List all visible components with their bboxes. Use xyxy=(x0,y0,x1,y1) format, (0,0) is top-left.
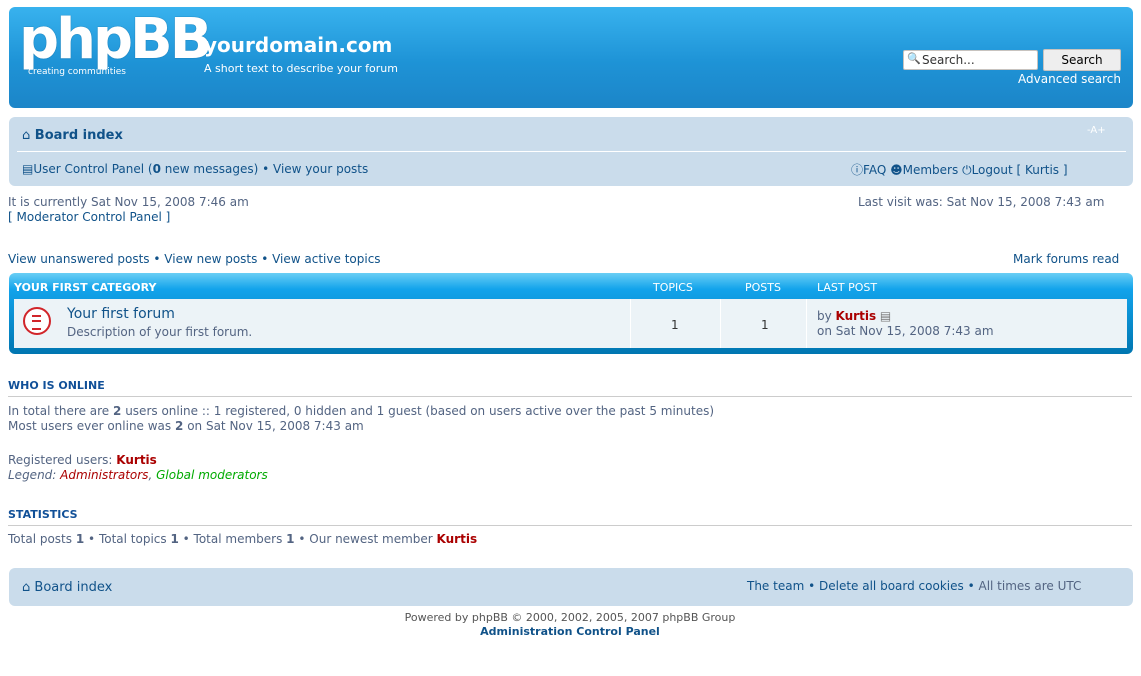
footer-board-index[interactable]: ⌂ Board index xyxy=(22,580,112,595)
forum-posts-count: 1 xyxy=(761,318,769,332)
statistics-heading: STATISTICS xyxy=(8,508,78,521)
forum-read-icon xyxy=(23,307,51,335)
last-visit: Last visit was: Sat Nov 15, 2008 7:43 am xyxy=(858,195,1105,209)
ucp-link[interactable]: User Control Panel xyxy=(33,162,144,176)
view-new-posts-link[interactable]: View new posts xyxy=(164,252,257,266)
site-description: A short text to describe your forum xyxy=(204,62,398,75)
view-active-topics-link[interactable]: View active topics xyxy=(272,252,380,266)
forum-description: Description of your first forum. xyxy=(67,325,253,339)
members-link[interactable]: Members xyxy=(903,163,959,177)
delete-cookies-link[interactable]: Delete all board cookies xyxy=(819,579,964,593)
column-divider xyxy=(630,299,631,348)
section-divider xyxy=(8,525,1132,526)
logout-link[interactable]: Logout [ Kurtis ] xyxy=(972,163,1068,177)
last-post-user-link[interactable]: Kurtis xyxy=(836,309,877,323)
last-post-author: by Kurtis ▤ xyxy=(817,309,892,323)
statistics-line: Total posts 1 • Total topics 1 • Total m… xyxy=(8,532,478,546)
current-time: It is currently Sat Nov 15, 2008 7:46 am xyxy=(8,195,249,209)
current-time-block: It is currently Sat Nov 15, 2008 7:46 am… xyxy=(8,195,249,225)
new-messages-link[interactable]: (0 new messages) xyxy=(148,162,258,176)
search-input[interactable]: 🔍 Search... xyxy=(903,50,1038,70)
advanced-search-link[interactable]: Advanced search xyxy=(1005,72,1121,86)
col-last-post-header: LAST POST xyxy=(817,281,878,294)
navbar-right-links: ⓘFAQ ☻Members ⏻Logout [ Kurtis ] xyxy=(851,161,1068,178)
the-team-link[interactable]: The team xyxy=(747,579,804,593)
section-divider xyxy=(8,396,1132,397)
footer-links: The team • Delete all board cookies • Al… xyxy=(747,579,1082,593)
board-index-label: Board index xyxy=(34,128,123,143)
separator: • xyxy=(153,252,161,266)
mark-forums-read-link[interactable]: Mark forums read xyxy=(1013,252,1119,266)
search-button[interactable]: Search xyxy=(1043,49,1121,71)
new-messages-count: 0 xyxy=(152,162,161,176)
faq-icon: ⓘ xyxy=(851,163,864,177)
logo-tagline: creating communities xyxy=(28,67,126,77)
col-posts-header: POSTS xyxy=(745,281,781,294)
legend-global-moderators[interactable]: Global moderators xyxy=(156,468,268,482)
ucp-icon: ▤ xyxy=(22,162,34,176)
legend-administrators[interactable]: Administrators xyxy=(60,468,148,482)
who-is-online-heading[interactable]: WHO IS ONLINE xyxy=(8,379,105,392)
board-index-label: Board index xyxy=(34,580,113,595)
separator: • xyxy=(262,162,270,176)
view-unanswered-link[interactable]: View unanswered posts xyxy=(8,252,150,266)
online-line-1: In total there are 2 users online :: 1 r… xyxy=(8,404,715,418)
forum-title-link[interactable]: Your first forum xyxy=(67,306,175,322)
search-icon: 🔍 xyxy=(907,52,921,65)
breadcrumb-board-index[interactable]: ⌂ Board index xyxy=(22,128,123,143)
logo-text: phpBB xyxy=(19,7,212,72)
quick-links: View unanswered posts • View new posts •… xyxy=(8,252,381,266)
home-icon: ⌂ xyxy=(22,128,31,143)
view-latest-post-icon[interactable]: ▤ xyxy=(880,309,891,323)
registered-users: Registered users: Kurtis xyxy=(8,453,157,467)
faq-link[interactable]: FAQ xyxy=(863,163,886,177)
home-icon: ⌂ xyxy=(22,580,31,595)
forum-topics-count: 1 xyxy=(671,318,679,332)
site-logo[interactable]: phpBB creating communities xyxy=(19,7,212,83)
powered-by: Powered by phpBB © 2000, 2002, 2005, 200… xyxy=(404,611,736,624)
mcp-link[interactable]: [ Moderator Control Panel ] xyxy=(8,210,170,224)
font-size-control[interactable]: -A+ xyxy=(1087,125,1106,136)
legend: Legend: Administrators, Global moderator… xyxy=(8,468,268,482)
category-title[interactable]: YOUR FIRST CATEGORY xyxy=(14,281,156,294)
newest-member-link[interactable]: Kurtis xyxy=(437,532,478,546)
col-topics-header: TOPICS xyxy=(653,281,693,294)
column-divider xyxy=(806,299,807,348)
navbar-divider xyxy=(17,151,1126,152)
last-post-time: on Sat Nov 15, 2008 7:43 am xyxy=(817,324,994,338)
registered-user-link[interactable]: Kurtis xyxy=(116,453,157,467)
view-your-posts-link[interactable]: View your posts xyxy=(273,162,368,176)
search-placeholder: Search... xyxy=(922,53,975,67)
timezone-note: All times are UTC xyxy=(978,579,1082,593)
site-title: yourdomain.com xyxy=(204,33,393,57)
column-divider xyxy=(720,299,721,348)
online-line-2: Most users ever online was 2 on Sat Nov … xyxy=(8,419,364,433)
acp-link[interactable]: Administration Control Panel xyxy=(300,625,840,638)
members-icon: ☻ xyxy=(890,163,903,177)
separator: • xyxy=(261,252,269,266)
logout-icon: ⏻ xyxy=(962,163,972,177)
ucp-row: ▤User Control Panel (0 new messages) • V… xyxy=(22,162,368,176)
